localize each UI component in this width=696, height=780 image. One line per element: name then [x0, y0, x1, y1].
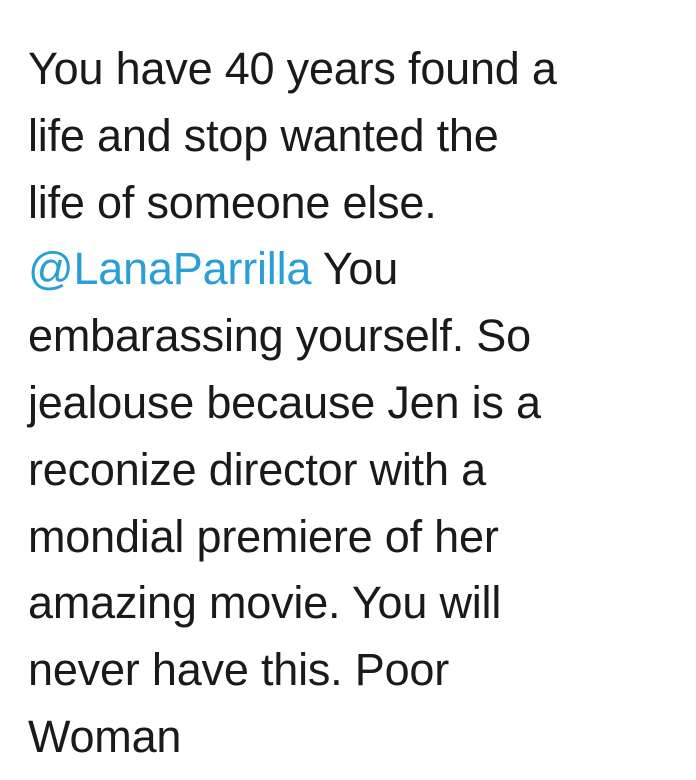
tweet-line: reconize director with a — [28, 443, 486, 495]
tweet-text: You have 40 years found a life and stop … — [28, 36, 688, 771]
tweet-line: life of someone else. — [28, 176, 437, 228]
tweet-line: embarassing yourself. So — [28, 310, 531, 362]
tweet-line-text: You — [311, 243, 399, 295]
tweet-line: mondial premiere of her — [28, 510, 499, 562]
tweet-line: never have this. Poor — [28, 644, 450, 696]
tweet-line: Woman — [28, 710, 182, 762]
tweet-line: jealouse because Jen is a — [28, 376, 541, 428]
tweet-line: amazing movie. You will — [28, 577, 502, 629]
tweet-card: You have 40 years found a life and stop … — [0, 0, 696, 780]
tweet-line: life and stop wanted the — [28, 109, 499, 161]
tweet-line: You have 40 years found a — [28, 43, 557, 94]
tweet-line-with-mention: @LanaParrilla You — [28, 236, 688, 303]
mention-link[interactable]: @LanaParrilla — [28, 243, 311, 294]
